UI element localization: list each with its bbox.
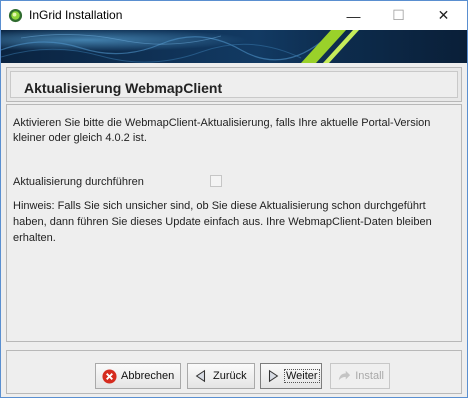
maximize-button[interactable]: ☐ <box>376 1 421 30</box>
ingrid-logo-icon <box>8 8 23 23</box>
intro-text: Aktivieren Sie bitte die WebmapClient-Ak… <box>13 117 431 144</box>
hint-text: Hinweis: Falls Sie sich unsicher sind, o… <box>13 200 432 244</box>
page-header-inner: Aktualisierung WebmapClient <box>10 71 458 98</box>
update-checkbox[interactable] <box>210 175 222 187</box>
content-panel: Aktivieren Sie bitte die WebmapClient-Ak… <box>6 104 462 342</box>
minimize-icon: — <box>346 7 361 24</box>
page-title: Aktualisierung WebmapClient <box>24 80 223 96</box>
arrow-left-icon <box>193 368 209 384</box>
maximize-icon: ☐ <box>392 7 405 23</box>
update-checkbox-label: Aktualisierung durchführen <box>13 176 144 188</box>
window-title: InGrid Installation <box>29 8 123 22</box>
back-button[interactable]: Zurück <box>187 363 255 389</box>
cancel-x-icon <box>101 368 117 384</box>
install-button[interactable]: Install <box>330 363 390 389</box>
cancel-button[interactable]: Abbrechen <box>95 363 181 389</box>
next-button-label: Weiter <box>284 369 320 383</box>
button-bar: Abbrechen Zurück Weiter Install <box>6 350 462 394</box>
title-bar[interactable]: InGrid Installation — ☐ ✕ <box>1 1 467 30</box>
close-button[interactable]: ✕ <box>421 1 466 30</box>
arrow-right-icon <box>266 368 280 384</box>
close-icon: ✕ <box>437 7 450 23</box>
next-button[interactable]: Weiter <box>260 363 322 389</box>
installer-window: InGrid Installation — ☐ ✕ Aktualisierung… <box>0 0 468 398</box>
minimize-button[interactable]: — <box>331 1 376 30</box>
page-header-panel: Aktualisierung WebmapClient <box>6 67 462 102</box>
back-button-label: Zurück <box>213 370 247 382</box>
install-arrow-icon <box>336 368 351 384</box>
install-button-label: Install <box>355 370 384 382</box>
header-banner-image <box>1 30 467 63</box>
cancel-button-label: Abbrechen <box>121 370 175 382</box>
